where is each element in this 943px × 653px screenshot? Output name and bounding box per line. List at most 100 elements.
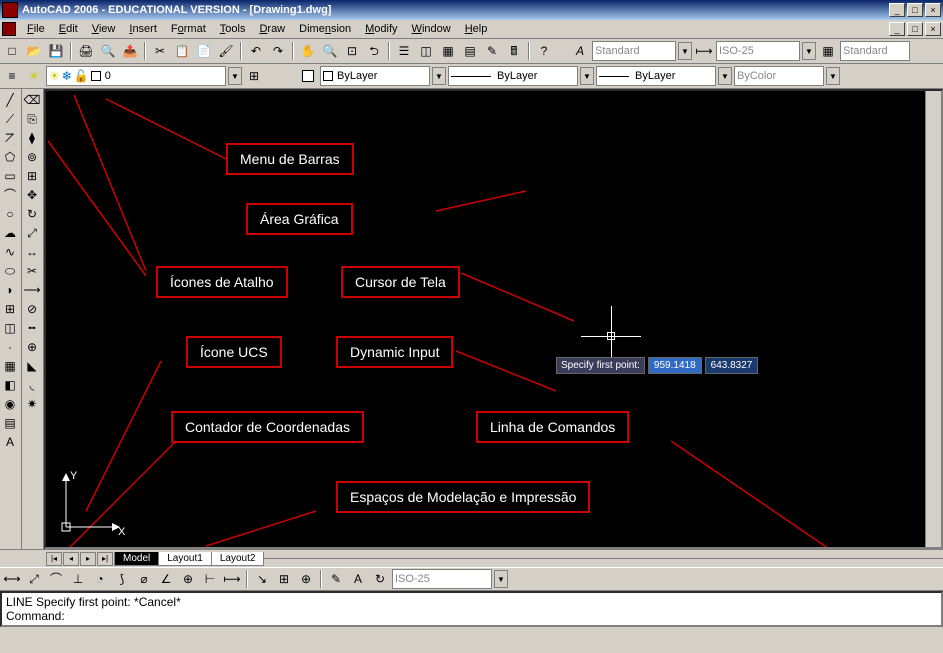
menu-file[interactable]: File (20, 21, 52, 37)
linetype-dropdown[interactable]: ▼ (580, 67, 594, 85)
explode-button[interactable]: ✷ (23, 395, 41, 413)
plot-button[interactable]: 🖨 (76, 41, 96, 61)
polyline-button[interactable]: ⦢ (1, 129, 19, 147)
match-properties-button[interactable]: 🖌 (216, 41, 236, 61)
dim-aligned-button[interactable]: ⤢ (24, 569, 44, 589)
layout-tab-layout2[interactable]: Layout2 (211, 552, 265, 566)
make-block-button[interactable]: ◫ (1, 319, 19, 337)
properties-button[interactable]: ☰ (394, 41, 414, 61)
menu-dimension[interactable]: Dimension (292, 21, 358, 37)
revcloud-button[interactable]: ☁ (1, 224, 19, 242)
dim-style-combo[interactable]: ISO-25 (716, 41, 800, 61)
fillet-button[interactable]: ◟ (23, 376, 41, 394)
region-button[interactable]: ◉ (1, 395, 19, 413)
layer-combo[interactable]: ☀ ❄ 🔓 0 (46, 66, 226, 86)
dim-jogged-button[interactable]: ⟆ (112, 569, 132, 589)
minimize-button[interactable]: _ (889, 3, 905, 17)
design-center-button[interactable]: ◫ (416, 41, 436, 61)
menu-tools[interactable]: Tools (213, 21, 253, 37)
menu-edit[interactable]: Edit (52, 21, 85, 37)
layout-tab-model[interactable]: Model (114, 552, 159, 566)
mirror-button[interactable]: ⧫ (23, 129, 41, 147)
tab-nav-prev[interactable]: ◂ (63, 552, 79, 566)
tab-nav-last[interactable]: ▸| (97, 552, 113, 566)
erase-button[interactable]: ⌫ (23, 91, 41, 109)
dynamic-input-x[interactable]: 959.1418 (648, 357, 702, 374)
chamfer-button[interactable]: ◣ (23, 357, 41, 375)
close-button[interactable]: × (925, 3, 941, 17)
quick-leader-button[interactable]: ↘ (252, 569, 272, 589)
insert-block-button[interactable]: ⊞ (1, 300, 19, 318)
lineweight-combo[interactable]: ByLayer (596, 66, 716, 86)
vertical-scrollbar[interactable] (925, 91, 941, 547)
pan-button[interactable]: ✋ (298, 41, 318, 61)
help-button[interactable]: ? (534, 41, 554, 61)
markup-button[interactable]: ✎ (482, 41, 502, 61)
join-button[interactable]: ⊕ (23, 338, 41, 356)
layer-manager-button[interactable]: ≡ (2, 66, 22, 86)
lineweight-dropdown[interactable]: ▼ (718, 67, 732, 85)
dim-baseline-button[interactable]: ⊢ (200, 569, 220, 589)
cut-button[interactable]: ✂ (150, 41, 170, 61)
tab-nav-first[interactable]: |◂ (46, 552, 62, 566)
center-mark-button[interactable]: ⊕ (296, 569, 316, 589)
move-button[interactable]: ✥ (23, 186, 41, 204)
dim-linear-button[interactable]: ⟷ (2, 569, 22, 589)
dim-text-edit-button[interactable]: A (348, 569, 368, 589)
spline-button[interactable]: ∿ (1, 243, 19, 261)
dim-ordinate-button[interactable]: ⊥ (68, 569, 88, 589)
dim-update-button[interactable]: ↻ (370, 569, 390, 589)
hatch-button[interactable]: ▦ (1, 357, 19, 375)
menu-insert[interactable]: Insert (122, 21, 164, 37)
table-button[interactable]: ▤ (1, 414, 19, 432)
layer-states-button[interactable]: ⊞ (244, 66, 264, 86)
layer-dropdown[interactable]: ▼ (228, 67, 242, 85)
dynamic-input-y[interactable]: 643.8327 (705, 357, 759, 374)
menu-help[interactable]: Help (458, 21, 495, 37)
sheet-set-button[interactable]: ▤ (460, 41, 480, 61)
layer-previous-button[interactable]: ☀ (24, 66, 44, 86)
command-line[interactable]: LINE Specify first point: *Cancel* Comma… (0, 591, 943, 627)
plotstyle-combo[interactable]: ByColor (734, 66, 824, 86)
arc-button[interactable]: ⌒ (1, 186, 19, 204)
dim-edit-button[interactable]: ✎ (326, 569, 346, 589)
undo-button[interactable]: ↶ (246, 41, 266, 61)
bottom-dim-style-combo[interactable]: ISO-25 (392, 569, 492, 589)
ellipse-arc-button[interactable]: ◗ (1, 281, 19, 299)
save-button[interactable]: 💾 (46, 41, 66, 61)
bottom-dim-style-dropdown[interactable]: ▼ (494, 570, 508, 588)
tool-palettes-button[interactable]: ▦ (438, 41, 458, 61)
copy-object-button[interactable]: ⎘ (23, 110, 41, 128)
mdi-restore-button[interactable]: □ (907, 22, 923, 36)
circle-button[interactable]: ○ (1, 205, 19, 223)
zoom-previous-button[interactable]: ⮌ (364, 41, 384, 61)
extend-button[interactable]: ⟶ (23, 281, 41, 299)
maximize-button[interactable]: □ (907, 3, 923, 17)
xline-button[interactable]: ⟋ (1, 110, 19, 128)
menu-format[interactable]: Format (164, 21, 213, 37)
linetype-combo[interactable]: ByLayer (448, 66, 578, 86)
menu-draw[interactable]: Draw (252, 21, 292, 37)
dim-style-dropdown[interactable]: ▼ (802, 42, 816, 60)
plot-preview-button[interactable]: 🔍 (98, 41, 118, 61)
text-style-combo[interactable]: Standard (592, 41, 676, 61)
menu-modify[interactable]: Modify (358, 21, 404, 37)
redo-button[interactable]: ↷ (268, 41, 288, 61)
color-dropdown[interactable]: ▼ (432, 67, 446, 85)
zoom-realtime-button[interactable]: 🔍 (320, 41, 340, 61)
polygon-button[interactable]: ⬠ (1, 148, 19, 166)
array-button[interactable]: ⊞ (23, 167, 41, 185)
command-line-prompt[interactable]: Command: (6, 609, 937, 623)
mdi-close-button[interactable]: × (925, 22, 941, 36)
table-style-combo[interactable]: Standard (840, 41, 910, 61)
scale-button[interactable]: ⤢ (23, 224, 41, 242)
offset-button[interactable]: ⊚ (23, 148, 41, 166)
quickcalc-button[interactable]: 🖩 (504, 41, 524, 61)
rotate-button[interactable]: ↻ (23, 205, 41, 223)
point-button[interactable]: · (1, 338, 19, 356)
tab-nav-next[interactable]: ▸ (80, 552, 96, 566)
break-button[interactable]: ╍ (23, 319, 41, 337)
dim-angular-button[interactable]: ∠ (156, 569, 176, 589)
drawing-area[interactable]: Menu de Barras Área Gráfica Ícones de At… (44, 89, 943, 549)
quick-dim-button[interactable]: ⊕ (178, 569, 198, 589)
